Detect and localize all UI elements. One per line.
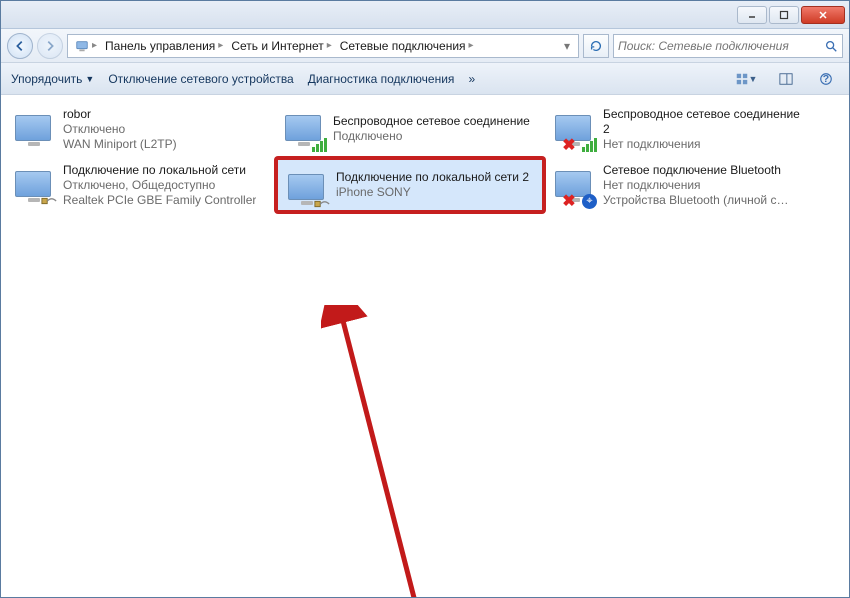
maximize-button[interactable] (769, 6, 799, 24)
connection-device: iPhone SONY (336, 185, 529, 200)
connection-device: Realtek PCIe GBE Family Controller (63, 193, 256, 208)
navigation-bar: ▸ Панель управления▸ Сеть и Интернет▸ Се… (1, 29, 849, 63)
connection-device: WAN Miniport (L2TP) (63, 137, 177, 152)
disable-device-button[interactable]: Отключение сетевого устройства (108, 72, 293, 86)
forward-button[interactable] (37, 33, 63, 59)
connection-item[interactable]: Беспроводное сетевое соединениеПодключен… (275, 101, 545, 157)
annotation-arrow (321, 305, 441, 597)
explorer-window: ▸ Панель управления▸ Сеть и Интернет▸ Се… (0, 0, 850, 598)
breadcrumb-item[interactable]: Сетевые подключения▸ (337, 39, 477, 53)
connection-status: Отключено (63, 122, 177, 137)
wifi-signal-icon (581, 137, 597, 153)
ethernet-cable-icon (41, 193, 57, 209)
connection-name: Беспроводное сетевое соединение 2 (603, 107, 809, 137)
network-adapter-icon: ✖ (551, 105, 595, 151)
connection-status: Нет подключения (603, 178, 788, 193)
help-button[interactable]: ? (813, 68, 839, 90)
refresh-button[interactable] (583, 34, 609, 58)
connection-name: Подключение по локальной сети (63, 163, 256, 178)
minimize-button[interactable] (737, 6, 767, 24)
connection-info: Беспроводное сетевое соединение 2Нет под… (603, 105, 809, 153)
connection-info: Подключение по локальной сетиОтключено, … (63, 161, 256, 209)
connection-item[interactable]: Подключение по локальной сетиОтключено, … (5, 157, 275, 213)
search-box[interactable] (613, 34, 843, 58)
organize-menu[interactable]: Упорядочить ▼ (11, 72, 94, 86)
connection-info: Сетевое подключение BluetoothНет подключ… (603, 161, 788, 209)
more-commands[interactable]: » (468, 72, 475, 86)
svg-text:?: ? (823, 73, 829, 85)
diagnose-button[interactable]: Диагностика подключения (308, 72, 455, 86)
connection-info: Подключение по локальной сети 2iPhone SO… (336, 164, 529, 206)
address-dropdown[interactable]: ▾ (560, 39, 574, 53)
address-bar[interactable]: ▸ Панель управления▸ Сеть и Интернет▸ Се… (67, 34, 579, 58)
network-adapter-icon: ⌖✖ (551, 161, 595, 207)
breadcrumb-item[interactable]: Панель управления▸ (102, 39, 226, 53)
network-adapter-icon (11, 105, 55, 151)
disabled-x-icon: ✖ (561, 137, 577, 153)
network-adapter-icon (281, 105, 325, 151)
disabled-x-icon: ✖ (561, 193, 577, 209)
connection-device: Устройства Bluetooth (личной с… (603, 193, 788, 208)
titlebar (1, 1, 849, 29)
close-button[interactable] (801, 6, 845, 24)
connection-name: Беспроводное сетевое соединение (333, 114, 530, 129)
connection-item[interactable]: ✖ Беспроводное сетевое соединение 2Нет по… (545, 101, 815, 157)
connection-name: Подключение по локальной сети 2 (336, 170, 529, 185)
breadcrumb-label: Панель управления (105, 39, 215, 53)
connection-status: Подключено (333, 129, 530, 144)
view-options-button[interactable]: ▼ (733, 68, 759, 90)
command-bar: Упорядочить ▼ Отключение сетевого устрой… (1, 63, 849, 95)
network-adapter-icon (284, 164, 328, 210)
connection-name: Сетевое подключение Bluetooth (603, 163, 788, 178)
connection-status: Нет подключения (603, 137, 809, 152)
preview-pane-button[interactable] (773, 68, 799, 90)
bluetooth-icon: ⌖ (582, 194, 597, 209)
search-icon (824, 38, 838, 53)
connection-item[interactable]: Подключение по локальной сети 2iPhone SO… (275, 157, 545, 213)
wifi-signal-icon (311, 137, 327, 153)
back-button[interactable] (7, 33, 33, 59)
connection-item[interactable]: roborОтключеноWAN Miniport (L2TP) (5, 101, 275, 157)
connection-item[interactable]: ⌖✖Сетевое подключение BluetoothНет подкл… (545, 157, 815, 213)
connection-info: Беспроводное сетевое соединениеПодключен… (333, 105, 530, 153)
breadcrumb-item[interactable]: Сеть и Интернет▸ (228, 39, 334, 53)
breadcrumb-label: Сетевые подключения (340, 39, 466, 53)
computer-icon (75, 39, 89, 53)
breadcrumb-root[interactable]: ▸ (72, 39, 100, 53)
search-input[interactable] (618, 39, 824, 53)
connection-status: Отключено, Общедоступно (63, 178, 256, 193)
ethernet-cable-icon (314, 196, 330, 212)
breadcrumb-label: Сеть и Интернет (231, 39, 323, 53)
connection-info: roborОтключеноWAN Miniport (L2TP) (63, 105, 177, 153)
content-area[interactable]: roborОтключеноWAN Miniport (L2TP) Беспров… (1, 95, 849, 597)
connection-name: robor (63, 107, 177, 122)
network-adapter-icon (11, 161, 55, 207)
